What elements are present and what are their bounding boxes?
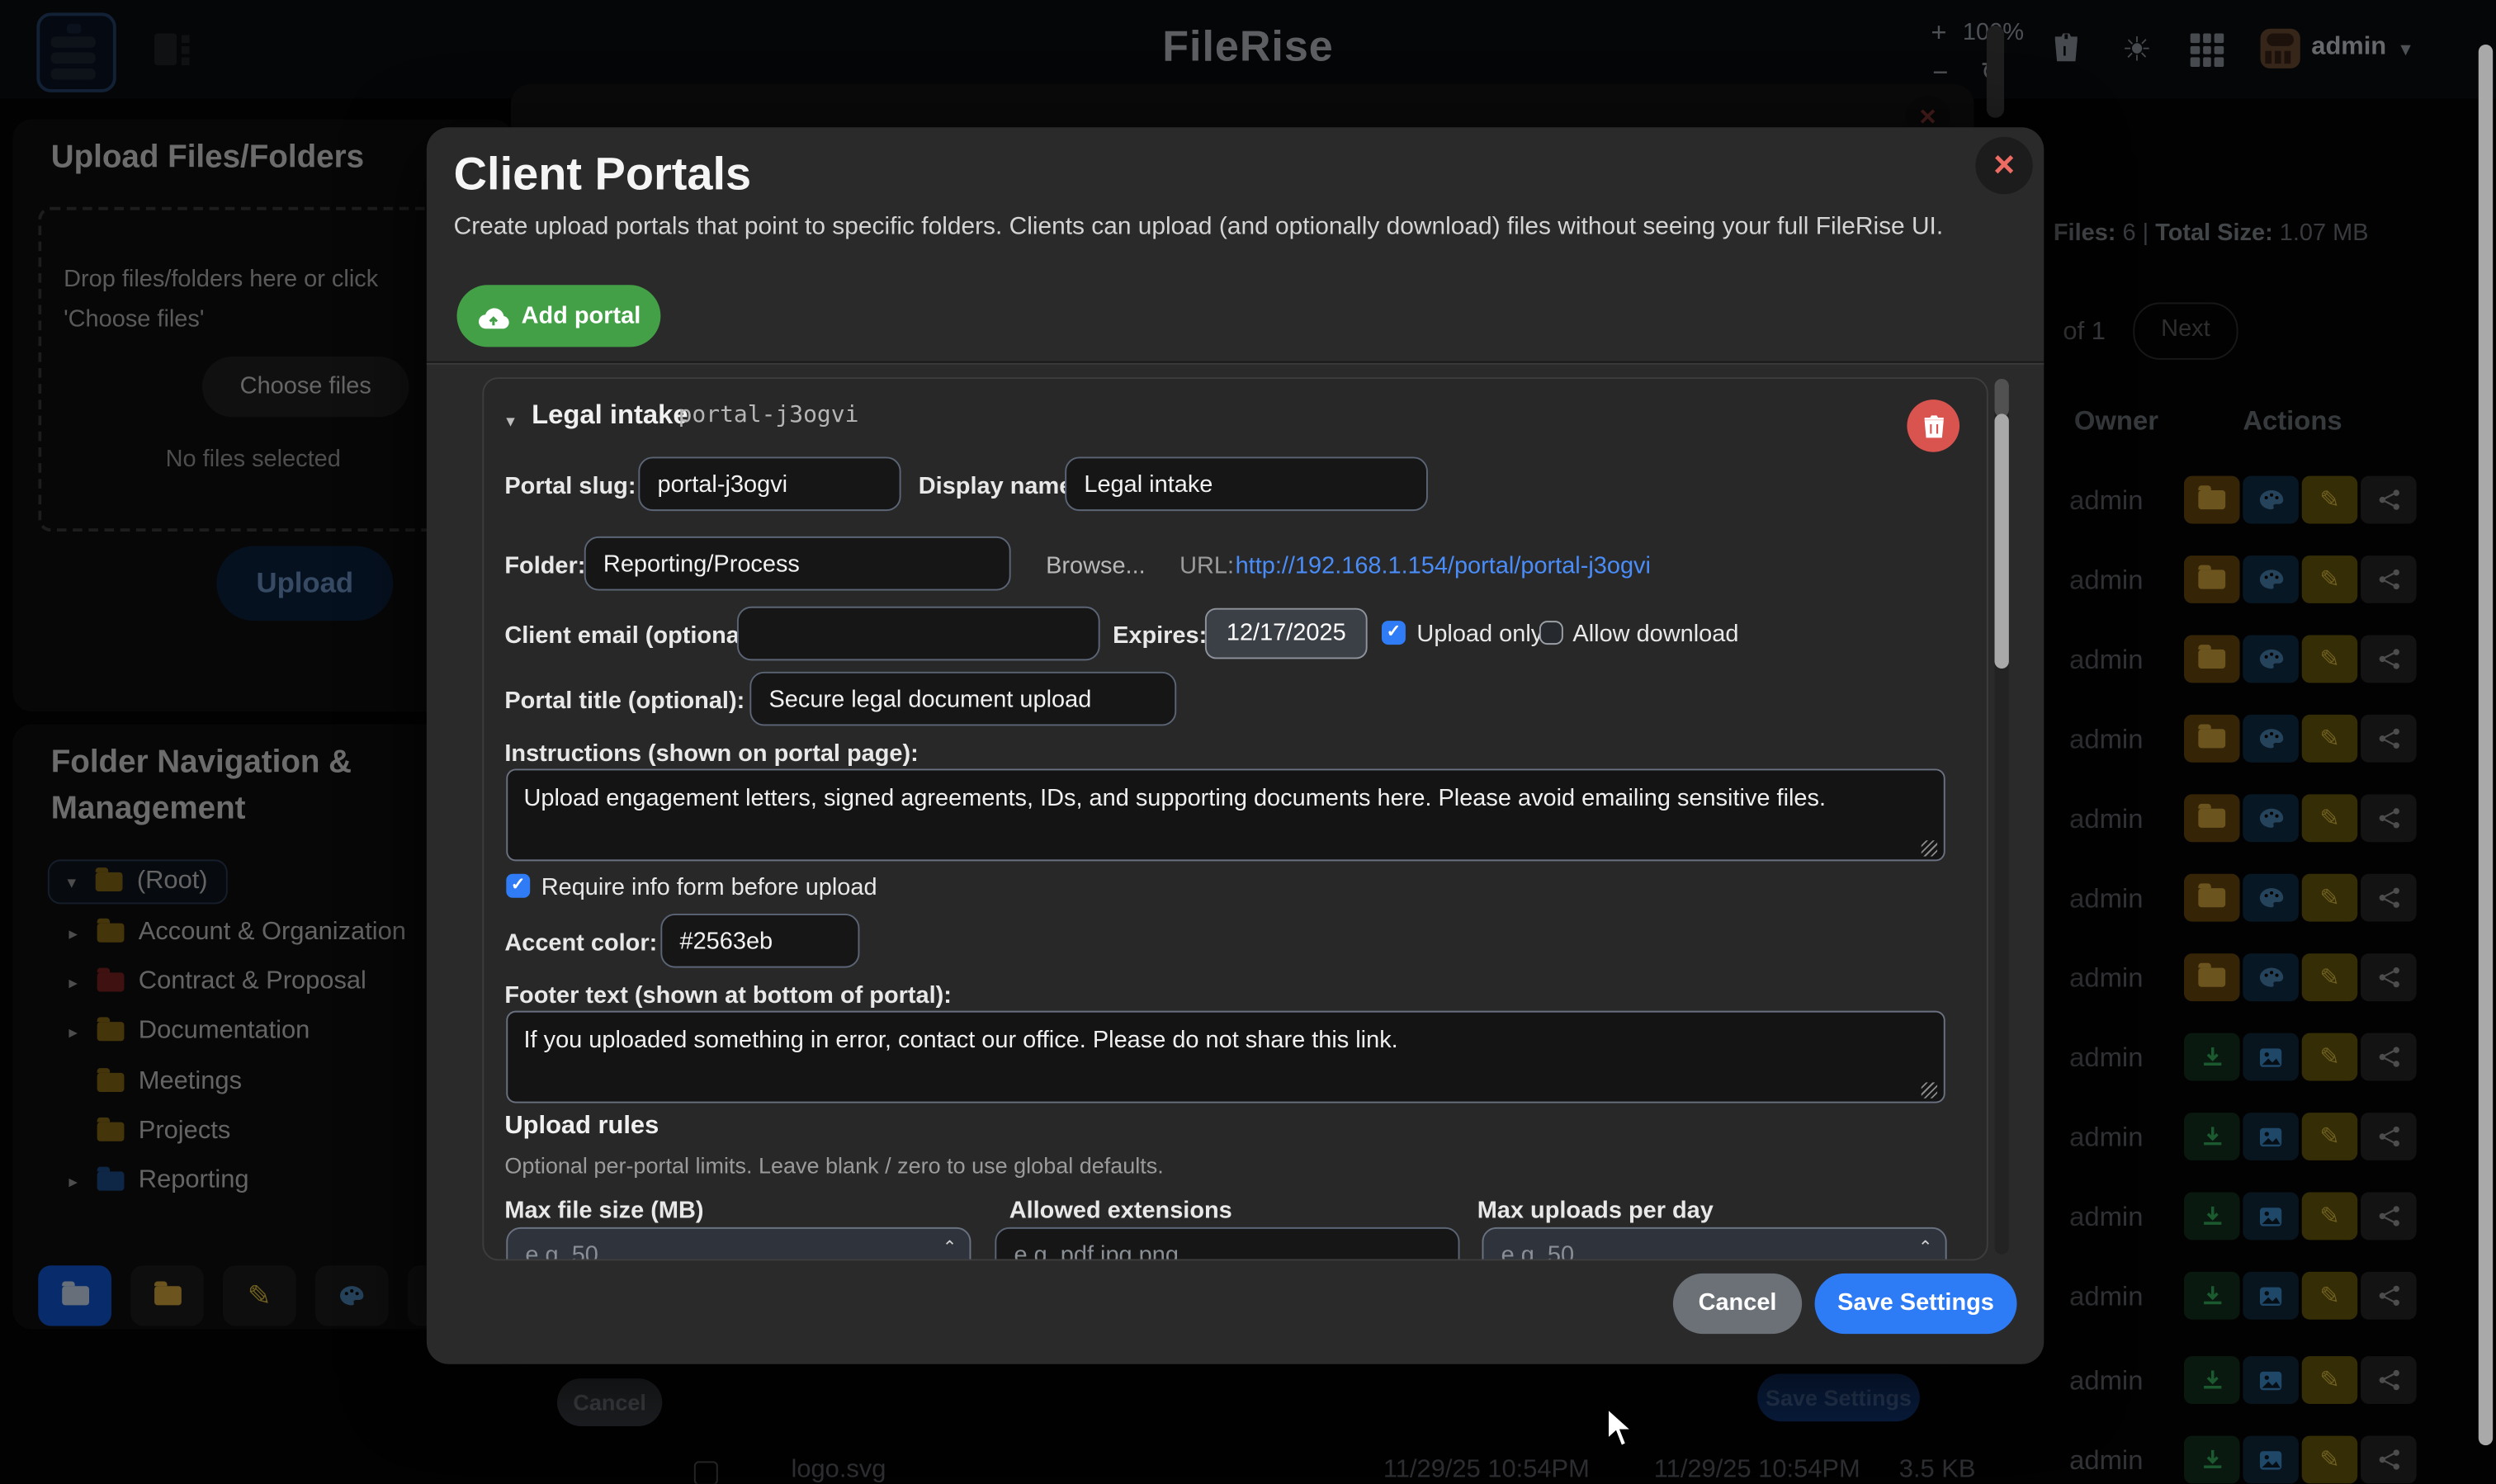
portal-url-link[interactable]: http://192.168.1.154/portal/portal-j3ogv… xyxy=(1236,552,1651,579)
stepper-up-icon[interactable]: ⌃ xyxy=(1918,1236,1933,1257)
stepper-up-icon[interactable]: ⌃ xyxy=(943,1236,957,1257)
modal-scrollbar-cap xyxy=(1994,379,2008,417)
display-name-input[interactable] xyxy=(1065,456,1428,511)
folder-label: Folder: xyxy=(504,552,585,579)
upload-only-checkbox[interactable]: ✓ xyxy=(1382,621,1406,645)
cloud-upload-icon xyxy=(477,303,509,328)
modal-scrollbar-thumb[interactable] xyxy=(1994,414,2008,669)
browse-button[interactable]: Browse... xyxy=(1046,552,1146,579)
add-portal-button[interactable]: Add portal xyxy=(456,285,660,347)
client-email-label: Client email (optional): xyxy=(504,622,762,650)
upload-only-label: Upload only xyxy=(1416,621,1543,648)
trash-icon xyxy=(1922,413,1945,438)
require-info-label: Require info form before upload xyxy=(541,874,877,901)
portal-slug-input[interactable] xyxy=(638,456,901,511)
display-name-label: Display name: xyxy=(919,473,1080,500)
page-scrollbar[interactable] xyxy=(2479,45,2493,1445)
portal-panel: ▾ Legal intake portal-j3ogvi Portal slug… xyxy=(482,377,1988,1260)
portal-title-input[interactable] xyxy=(749,672,1176,726)
portal-name: Legal intake xyxy=(532,399,688,432)
max-file-size-label: Max file size (MB) xyxy=(504,1197,703,1224)
resize-grip-icon[interactable] xyxy=(1922,840,1937,856)
resize-grip-icon[interactable] xyxy=(1922,1082,1937,1098)
accent-color-input[interactable] xyxy=(660,914,859,968)
allowed-extensions-label: Allowed extensions xyxy=(1009,1197,1232,1224)
require-info-checkbox[interactable]: ✓ xyxy=(506,874,530,898)
close-icon[interactable]: × xyxy=(1975,137,2032,194)
max-uploads-input[interactable] xyxy=(1482,1227,1946,1261)
max-file-size-input[interactable] xyxy=(506,1227,971,1261)
instructions-textarea[interactable]: Upload engagement letters, signed agreem… xyxy=(506,768,1945,861)
portal-collapse-caret[interactable]: ▾ xyxy=(506,411,515,432)
folder-input[interactable] xyxy=(584,536,1011,591)
accent-color-label: Accent color: xyxy=(504,929,657,957)
footer-textarea[interactable]: If you uploaded something in error, cont… xyxy=(506,1011,1945,1104)
portal-slug-label: Portal slug: xyxy=(504,473,636,500)
url-label: URL: xyxy=(1179,552,1234,579)
mouse-cursor xyxy=(1606,1407,1641,1457)
allow-download-checkbox[interactable] xyxy=(1539,621,1563,645)
instructions-label: Instructions (shown on portal page): xyxy=(504,740,918,768)
portal-slug-code: portal-j3ogvi xyxy=(678,403,859,428)
expires-label: Expires: xyxy=(1113,622,1207,650)
add-portal-label: Add portal xyxy=(522,302,641,329)
client-email-input[interactable] xyxy=(737,607,1100,661)
modal-divider xyxy=(427,362,2044,365)
modal-subtitle: Create upload portals that point to spec… xyxy=(454,213,1944,242)
cancel-button[interactable]: Cancel xyxy=(1673,1274,1802,1334)
client-portals-modal: × Client Portals Create upload portals t… xyxy=(427,127,2044,1363)
delete-portal-button[interactable] xyxy=(1907,399,1959,452)
portal-title-label: Portal title (optional): xyxy=(504,688,745,715)
upload-rules-hint: Optional per-portal limits. Leave blank … xyxy=(504,1152,1163,1178)
upload-rules-title: Upload rules xyxy=(504,1113,659,1141)
max-uploads-label: Max uploads per day xyxy=(1477,1197,1714,1224)
modal-title: Client Portals xyxy=(454,149,752,202)
save-settings-button[interactable]: Save Settings xyxy=(1815,1274,2017,1334)
footer-text-label: Footer text (shown at bottom of portal): xyxy=(504,982,952,1009)
allow-download-label: Allow download xyxy=(1572,621,1738,648)
allowed-extensions-input[interactable] xyxy=(995,1227,1459,1261)
filerise-app: FileRise + 100% − ↻ ☀ admin ▾ Upload Fil… xyxy=(0,0,2496,1483)
expires-date-input[interactable]: 12/17/2025 xyxy=(1205,608,1368,659)
